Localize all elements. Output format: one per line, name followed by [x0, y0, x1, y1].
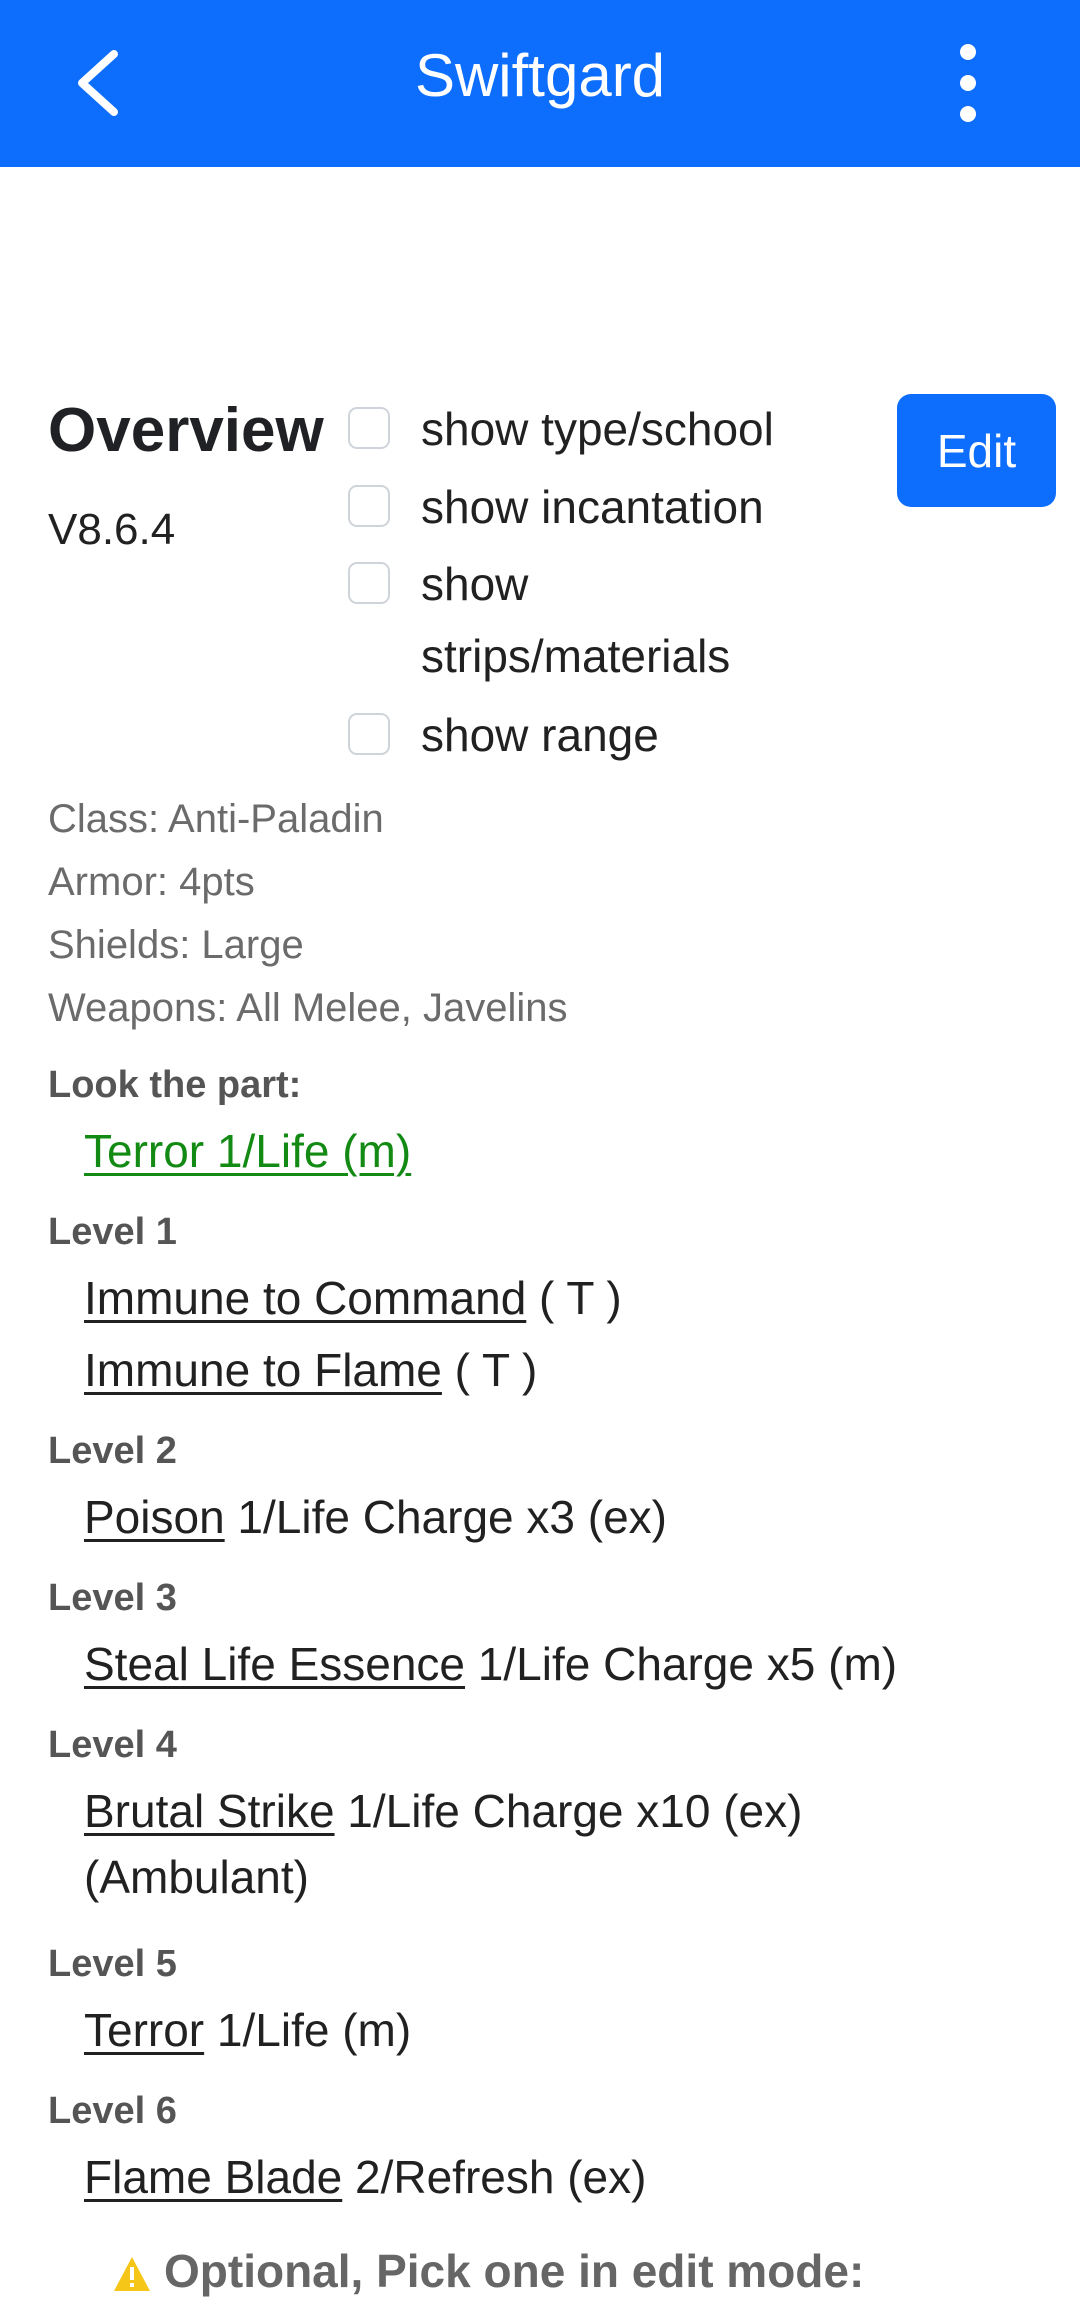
ability-link[interactable]: Immune to Flame: [84, 1344, 442, 1396]
level-heading: Level 5: [48, 1943, 177, 1985]
ability-link[interactable]: Terror: [84, 2004, 204, 2056]
ability-item: Brutal Strike 1/Life Charge x10 (ex) (Am…: [84, 1778, 934, 1910]
option-label: show strips/materials: [421, 558, 731, 682]
ability-detail: ( T ): [526, 1272, 622, 1324]
ability-detail: ( T ): [441, 1344, 538, 1396]
ability-item: Steal Life Essence 1/Life Charge x5 (m): [84, 1631, 1034, 1697]
option-show-range[interactable]: show range: [348, 699, 659, 771]
level-heading: Level 3: [48, 1577, 177, 1619]
ability-link[interactable]: Flame Blade: [84, 2151, 342, 2203]
weapons-info: Weapons: All Melee, Javelins: [48, 986, 568, 1030]
ability-item: Poison 1/Life Charge x3 (ex): [84, 1484, 1034, 1550]
page-title: Overview: [48, 396, 324, 465]
ability-link[interactable]: Immune to Command: [84, 1272, 526, 1324]
armor-info: Armor: 4pts: [48, 860, 255, 904]
ability-detail: 2/Refresh (ex): [342, 2151, 647, 2203]
app-bar: Swiftgard: [0, 0, 1080, 167]
level-heading: Level 4: [48, 1724, 177, 1766]
option-show-incantation[interactable]: show incantation: [348, 471, 764, 543]
level-heading: Level 1: [48, 1211, 177, 1253]
checkbox[interactable]: [348, 485, 390, 527]
option-label: show type/school: [421, 403, 774, 455]
option-show-type-school[interactable]: show type/school: [348, 393, 774, 465]
ability-detail: 1/Life Charge x5 (m): [465, 1638, 898, 1690]
ability-item: Immune to Flame ( T ): [84, 1337, 1034, 1403]
edit-button[interactable]: Edit: [897, 394, 1056, 507]
ability-link[interactable]: Brutal Strike: [84, 1785, 335, 1837]
class-info: Class: Anti-Paladin: [48, 797, 384, 841]
app-title: Swiftgard: [414, 42, 666, 109]
look-the-part-item: Terror 1/Life (m): [84, 1118, 1034, 1184]
warning-icon: [114, 2257, 150, 2291]
option-label: show range: [421, 709, 659, 761]
level-heading: Level 6: [48, 2090, 177, 2132]
ability-item: Terror 1/Life (m): [84, 1997, 1034, 2063]
ability-link[interactable]: Steal Life Essence: [84, 1638, 465, 1690]
more-vert-icon[interactable]: [948, 38, 988, 128]
shields-info: Shields: Large: [48, 923, 304, 967]
option-show-strips-materials[interactable]: show strips/materials: [348, 548, 768, 692]
look-the-part-heading: Look the part:: [48, 1064, 302, 1106]
optional-notice: Optional, Pick one in edit mode:: [112, 2241, 864, 2301]
checkbox[interactable]: [348, 562, 390, 604]
ability-item: Immune to Command ( T ): [84, 1265, 1034, 1331]
ability-detail: 1/Life Charge x3 (ex): [224, 1491, 667, 1543]
ability-link[interactable]: Terror 1/Life (m): [84, 1125, 411, 1177]
ability-item: Flame Blade 2/Refresh (ex): [84, 2144, 1034, 2210]
version-label: V8.6.4: [48, 505, 176, 554]
option-label: show incantation: [421, 481, 764, 533]
ability-detail: 1/Life (m): [204, 2004, 412, 2056]
checkbox[interactable]: [348, 713, 390, 755]
ability-link[interactable]: Poison: [84, 1491, 225, 1543]
notice-text: Optional, Pick one in edit mode:: [164, 2245, 865, 2297]
level-heading: Level 2: [48, 1430, 177, 1472]
checkbox[interactable]: [348, 407, 390, 449]
